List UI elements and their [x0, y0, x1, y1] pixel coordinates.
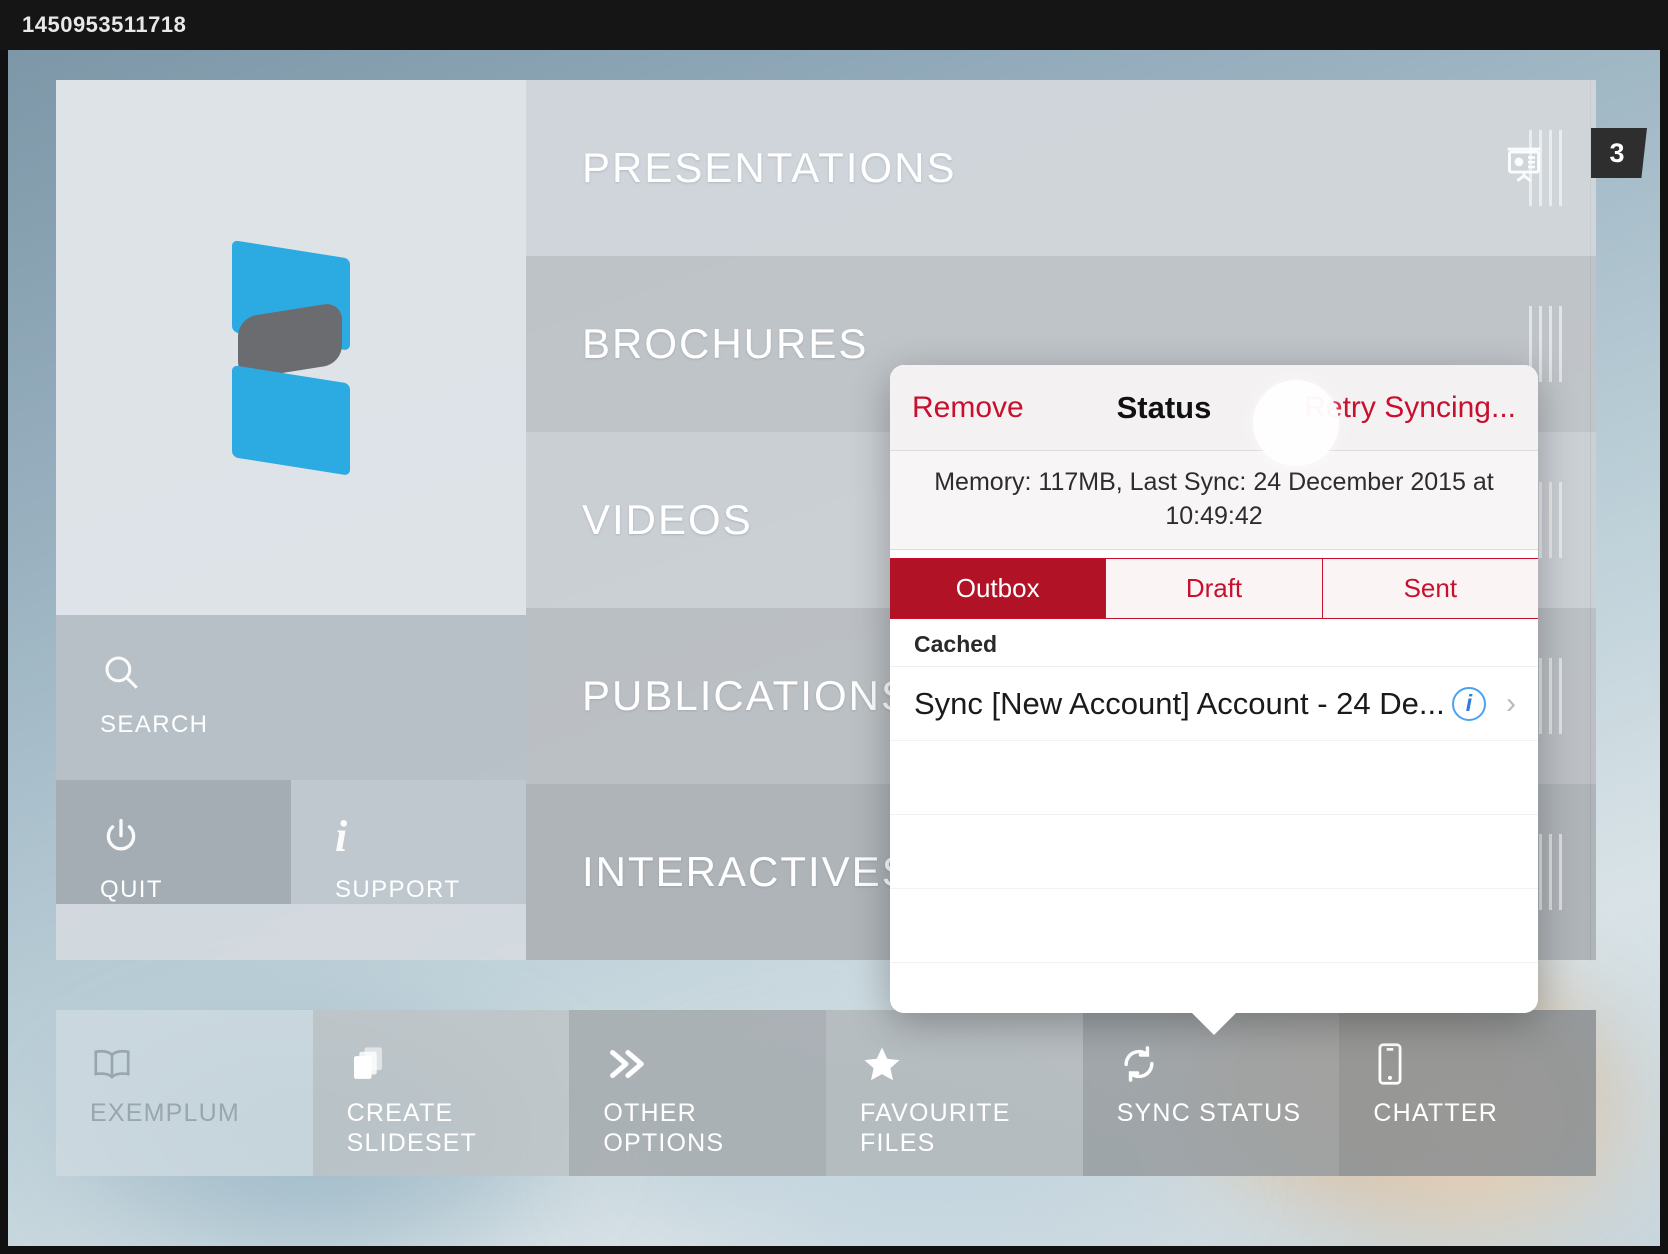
popover-tail — [1191, 1012, 1237, 1035]
recorder-topbar: 1450953511718 — [0, 0, 1668, 50]
info-italic-icon: i — [335, 814, 526, 860]
toolbar-item-chatter[interactable]: CHATTER — [1339, 1010, 1596, 1176]
info-circle-icon[interactable]: i — [1452, 687, 1486, 721]
page-stack-indicator — [1529, 130, 1562, 206]
stacked-pages-icon — [347, 1038, 570, 1090]
popover-header: Remove Status Retry Syncing... — [890, 365, 1538, 451]
logo-band-bottom — [232, 365, 350, 476]
tab-sent[interactable]: Sent — [1323, 559, 1538, 618]
list-item-empty — [890, 740, 1538, 814]
search-tile[interactable]: SEARCH — [56, 615, 526, 780]
toolbar-item-label: OTHER OPTIONS — [603, 1098, 826, 1158]
list-item-empty — [890, 888, 1538, 962]
list-item-empty — [890, 962, 1538, 1013]
menu-item-label: PRESENTATIONS — [582, 144, 957, 192]
recording-timestamp: 1450953511718 — [0, 12, 186, 38]
toolbar-item-label: EXEMPLUM — [90, 1098, 313, 1128]
list-item-label: Sync [New Account] Account - 24 De... — [914, 686, 1452, 722]
memory-last-sync-text: Memory: 117MB, Last Sync: 24 December 20… — [890, 451, 1538, 550]
list-item[interactable]: Sync [New Account] Account - 24 De... i … — [890, 666, 1538, 740]
tab-draft[interactable]: Draft — [1106, 559, 1322, 618]
tab-outbox[interactable]: Outbox — [890, 559, 1106, 618]
brand-logo-icon — [232, 240, 350, 455]
popover-title: Status — [1117, 390, 1212, 426]
badge-count-dark: 3 — [1591, 128, 1647, 178]
toolbar-item-label: CREATE SLIDESET — [347, 1098, 570, 1158]
list-item-empty — [890, 814, 1538, 888]
menu-item-label: VIDEOS — [582, 496, 753, 544]
remove-button[interactable]: Remove — [912, 391, 1024, 425]
toolbar-item-label: SYNC STATUS — [1117, 1098, 1340, 1128]
utility-row: QUIT i SUPPORT — [56, 780, 526, 960]
star-icon — [860, 1038, 1083, 1090]
support-label: SUPPORT — [335, 876, 526, 904]
menu-item-presentations[interactable]: PRESENTATIONS — [526, 80, 1596, 256]
search-label: SEARCH — [100, 711, 208, 739]
screen-root: 1450953511718 — [0, 0, 1668, 1254]
toolbar-item-label: CHATTER — [1373, 1098, 1596, 1128]
double-chevron-right-icon — [603, 1038, 826, 1090]
left-column: SEARCH QUIT i — [56, 80, 526, 960]
toolbar-item-create-slideset[interactable]: CREATE SLIDESET — [313, 1010, 570, 1176]
sync-refresh-icon — [1117, 1038, 1340, 1090]
quit-tile[interactable]: QUIT — [56, 780, 291, 904]
toolbar-item-label: FAVOURITE FILES — [860, 1098, 1083, 1158]
popover-tabs: Outbox Draft Sent — [890, 558, 1538, 619]
logo-cell — [56, 80, 526, 615]
quit-label: QUIT — [100, 876, 291, 904]
sync-status-popover: Remove Status Retry Syncing... Memory: 1… — [890, 365, 1538, 1013]
bottom-toolbar: EXEMPLUM CREATE SLIDESET — [56, 1010, 1596, 1176]
toolbar-item-favourite-files[interactable]: FAVOURITE FILES — [826, 1010, 1083, 1176]
support-tile[interactable]: i SUPPORT — [291, 780, 526, 904]
search-icon — [100, 649, 208, 695]
menu-item-label: INTERACTIVES — [582, 848, 912, 896]
chevron-right-icon: › — [1506, 687, 1516, 721]
list-section-header: Cached — [890, 619, 1538, 666]
menu-item-label: BROCHURES — [582, 320, 868, 368]
toolbar-item-other-options[interactable]: OTHER OPTIONS — [569, 1010, 826, 1176]
toolbar-item-exemplum[interactable]: EXEMPLUM — [56, 1010, 313, 1176]
phone-icon — [1373, 1038, 1596, 1090]
power-icon — [100, 814, 291, 860]
menu-item-label: PUBLICATIONS — [582, 672, 911, 720]
book-icon — [90, 1038, 313, 1090]
touch-indicator — [1253, 380, 1339, 466]
tablet-screen: SEARCH QUIT i — [8, 50, 1660, 1246]
